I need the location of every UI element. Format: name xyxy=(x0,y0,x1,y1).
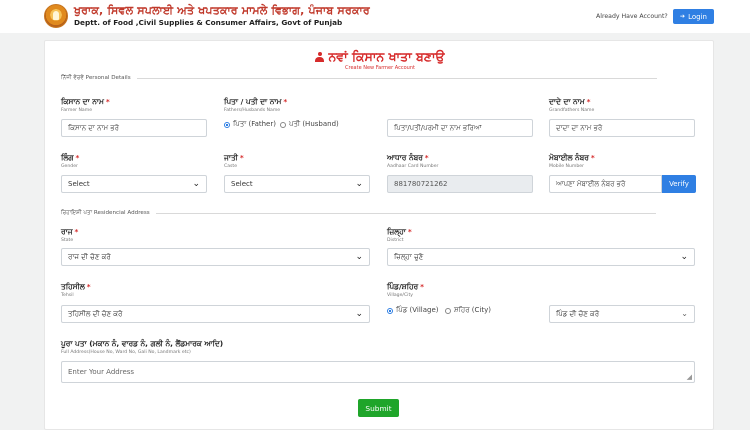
gender-select[interactable]: Select ⌄ xyxy=(61,175,207,193)
village-select[interactable]: ਪਿੰਡ ਦੀ ਚੋਣ ਕਰੋ ⌄ xyxy=(549,305,695,323)
grandfather-name-sublabel: Grandfathers Name xyxy=(549,108,595,113)
father-husband-label: ਪਿਤਾ / ਪਤੀ ਦਾ ਨਾਮ * xyxy=(224,97,288,106)
address-placeholder: Enter Your Address xyxy=(68,368,135,376)
district-label: ਜ਼ਿਲ੍ਹਾ * xyxy=(387,227,412,236)
chevron-down-icon: ⌄ xyxy=(192,179,200,189)
gender-label: ਲਿੰਗ * xyxy=(61,153,80,162)
full-address-label: ਪੂਰਾ ਪਤਾ (ਮਕਾਨ ਨੰ, ਵਾਰਡ ਨੰ, ਗਲੀ ਨੰ, ਲੈਂਡ… xyxy=(61,339,224,348)
personal-details-section: ਨਿੱਜੀ ਵੇਰਵੇ Personal Details xyxy=(61,74,657,82)
chevron-down-icon: ⌄ xyxy=(355,179,363,189)
registration-form-card: ਨਵਾਂ ਕਿਸਾਨ ਖਾਤਾ ਬਣਾਉ Create New Farmer A… xyxy=(44,40,714,430)
village-select-value: ਪਿੰਡ ਦੀ ਚੋਣ ਕਰੋ xyxy=(556,309,600,318)
father-radio[interactable] xyxy=(224,121,230,128)
login-button-label: Login xyxy=(688,12,707,21)
farmer-name-input[interactable]: ਕਿਸਾਨ ਦਾ ਨਾਮ ਭਰੋ xyxy=(61,119,207,137)
state-sublabel: State xyxy=(61,238,74,243)
city-radio-label: ਸ਼ਹਿਰ (City) xyxy=(454,306,491,314)
caste-label: ਜਾਤੀ * xyxy=(224,153,244,162)
father-husband-sublabel: Fathers/Husbands Name xyxy=(224,108,281,113)
village-city-sublabel: Village/City xyxy=(387,293,413,298)
tehsil-select[interactable]: ਤਹਿਸੀਲ ਦੀ ਚੋਣ ਕਰੋ ⌄ xyxy=(61,305,370,323)
farmer-name-sublabel: Farmer Name xyxy=(61,108,93,113)
login-button[interactable]: ➔ Login xyxy=(673,9,714,24)
org-title: ਖੁਰਾਕ, ਸਿਵਲ ਸਪਲਾਈ ਅਤੇ ਖਪਤਕਾਰ ਮਾਮਲੇ ਵਿਭਾਗ… xyxy=(74,4,370,17)
father-radio-option[interactable]: ਪਿਤਾ (Father) xyxy=(224,120,276,129)
city-radio[interactable] xyxy=(445,307,451,314)
caste-select[interactable]: Select ⌄ xyxy=(224,175,370,193)
resize-grip-icon[interactable]: ◢ xyxy=(687,374,692,381)
user-icon xyxy=(315,52,325,62)
address-textarea[interactable]: Enter Your Address ◢ xyxy=(61,361,695,383)
chevron-down-icon: ⌄ xyxy=(355,309,363,319)
state-emblem-icon xyxy=(44,4,68,28)
residential-address-heading: ਰਿਹਾਇਸ਼ੀ ਪਤਾ Residencial Address xyxy=(61,209,150,216)
gender-sublabel: Gender xyxy=(61,164,78,169)
form-title: ਨਵਾਂ ਕਿਸਾਨ ਖਾਤਾ ਬਣਾਉ xyxy=(45,49,715,65)
district-sublabel: District xyxy=(387,238,404,243)
farmer-name-label: ਕਿਸਾਨ ਦਾ ਨਾਮ * xyxy=(61,97,110,106)
chevron-down-icon: ⌄ xyxy=(680,252,688,262)
residential-address-section: ਰਿਹਾਇਸ਼ੀ ਪਤਾ Residencial Address xyxy=(61,209,656,217)
section-divider xyxy=(155,212,656,214)
grandfather-name-input[interactable]: ਦਾਦਾ ਦਾ ਨਾਮ ਭਰੋ xyxy=(549,119,695,137)
district-select[interactable]: ਜ਼ਿਲ੍ਹਾ ਚੁਣੋ ⌄ xyxy=(387,248,695,266)
village-radio[interactable] xyxy=(387,307,393,314)
form-subtitle: Create New Farmer Account xyxy=(345,65,415,71)
tehsil-select-value: ਤਹਿਸੀਲ ਦੀ ਚੋਣ ਕਰੋ xyxy=(68,309,123,318)
husband-radio-label: ਪਤੀ (Husband) xyxy=(289,120,339,128)
grandfather-name-label: ਦਾਦੇ ਦਾ ਨਾਮ * xyxy=(549,97,591,106)
sign-in-icon: ➔ xyxy=(680,13,686,20)
district-select-value: ਜ਼ਿਲ੍ਹਾ ਚੁਣੋ xyxy=(394,252,424,261)
already-have-account-text: Already Have Account? xyxy=(596,13,668,20)
chevron-down-icon: ⌄ xyxy=(355,252,363,262)
header-bar: ਖੁਰਾਕ, ਸਿਵਲ ਸਪਲਾਈ ਅਤੇ ਖਪਤਕਾਰ ਮਾਮਲੇ ਵਿਭਾਗ… xyxy=(0,0,750,33)
father-husband-name-input[interactable]: ਪਿਤਾ/ਪਤੀ/ਪਰਮੀ ਦਾ ਨਾਮ ਭਰਿਆਂ xyxy=(387,119,533,137)
full-address-sublabel: Full Address(House No, Ward No, Gali No,… xyxy=(61,350,191,355)
husband-radio[interactable] xyxy=(280,121,286,128)
aadhaar-label: ਆਧਾਰ ਨੰਬਰ * xyxy=(387,153,429,162)
section-divider xyxy=(136,77,657,79)
personal-details-heading: ਨਿੱਜੀ ਵੇਰਵੇ Personal Details xyxy=(61,74,131,81)
city-radio-option[interactable]: ਸ਼ਹਿਰ (City) xyxy=(445,306,491,315)
mobile-label: ਮੋਬਾਈਲ ਨੰਬਰ * xyxy=(549,153,595,162)
org-subtitle: Deptt. of Food ,Civil Supplies & Consume… xyxy=(74,18,343,27)
husband-radio-option[interactable]: ਪਤੀ (Husband) xyxy=(280,120,339,129)
state-label: ਰਾਜ * xyxy=(61,227,79,236)
father-radio-label: ਪਿਤਾ (Father) xyxy=(233,120,276,128)
state-select[interactable]: ਰਾਜ ਦੀ ਚੋਣ ਕਰੋ ⌄ xyxy=(61,248,370,266)
caste-select-value: Select xyxy=(231,180,253,188)
verify-button[interactable]: Verify xyxy=(662,175,696,193)
form-title-text: ਨਵਾਂ ਕਿਸਾਨ ਖਾਤਾ ਬਣਾਉ xyxy=(328,49,445,64)
village-radio-option[interactable]: ਪਿੰਡ (Village) xyxy=(387,306,439,315)
village-radio-label: ਪਿੰਡ (Village) xyxy=(396,306,439,314)
aadhaar-sublabel: Aadhaar Card Number xyxy=(387,164,439,169)
caste-sublabel: Caste xyxy=(224,164,238,169)
village-city-label: ਪਿੰਡ/ਸ਼ਹਿਰ * xyxy=(387,282,424,291)
gender-select-value: Select xyxy=(68,180,90,188)
tehsil-label: ਤਹਿਸੀਲ * xyxy=(61,282,91,291)
submit-button[interactable]: Submit xyxy=(358,399,399,417)
chevron-down-icon: ⌄ xyxy=(681,309,688,318)
state-select-value: ਰਾਜ ਦੀ ਚੋਣ ਕਰੋ xyxy=(68,252,111,261)
mobile-number-input[interactable]: ਆਪਣਾ ਮੋਬਾਈਲ ਨੰਬਰ ਭਰੋ xyxy=(549,175,662,193)
tehsil-sublabel: Tehsil xyxy=(61,293,74,298)
mobile-sublabel: Mobile Number xyxy=(549,164,584,169)
aadhaar-number-field: 881780721262 xyxy=(387,175,533,193)
